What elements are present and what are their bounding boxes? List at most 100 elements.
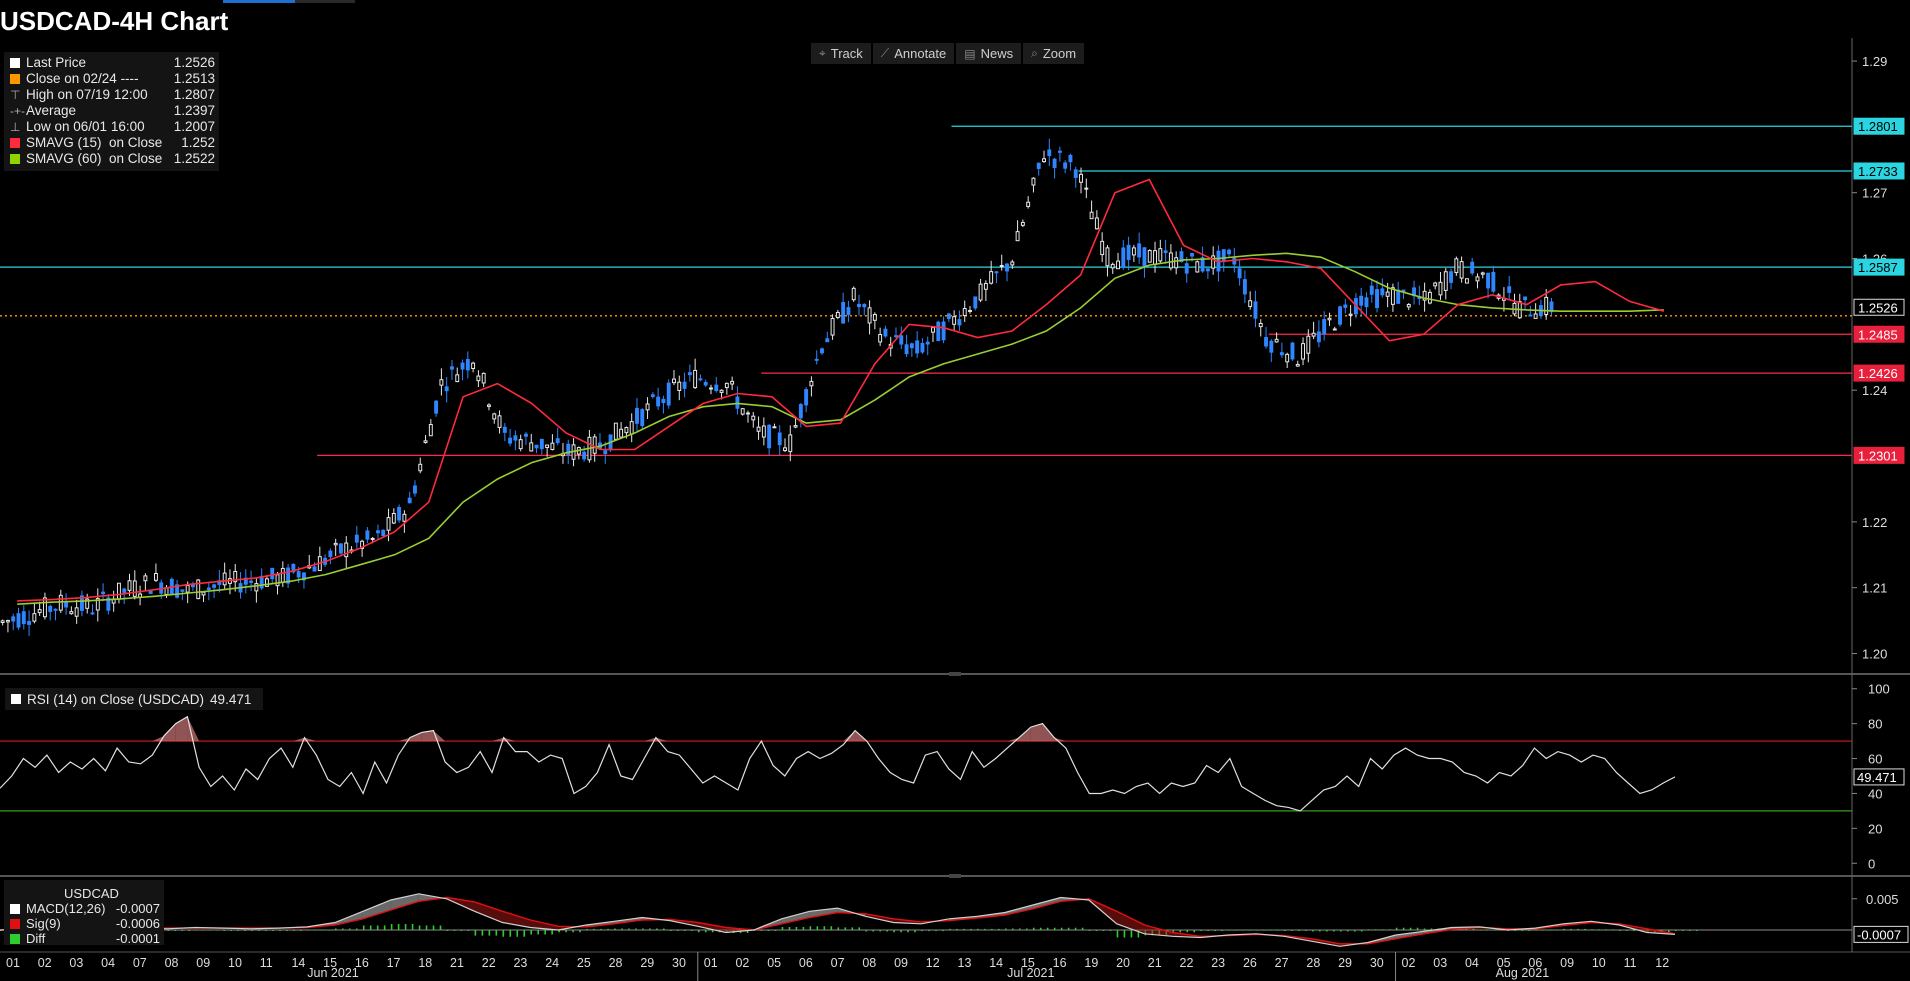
macd-diff-bar (418, 925, 421, 930)
candle-down (1126, 244, 1131, 260)
price-legend: Last Price 1.2526 Close on 02/24 ---- 1.251… (4, 52, 219, 171)
x-tick-label: 04 (101, 956, 115, 970)
candle-down (1005, 263, 1009, 272)
macd-diff-bar (977, 928, 979, 930)
candle-up (153, 573, 158, 581)
x-tick-label: 21 (1148, 956, 1162, 970)
x-tick-label: 17 (387, 956, 401, 970)
candle-up (931, 327, 935, 333)
x-tick-label: 14 (291, 956, 305, 970)
candle-up (592, 436, 597, 454)
macd-diff-bar (223, 930, 225, 931)
macd-diff-bar (307, 929, 309, 931)
candle-down (957, 319, 962, 326)
macd-diff-bar (1612, 929, 1614, 931)
macd-legend-row: Sig(9) -0.0006 (10, 916, 160, 931)
x-tick-label: 08 (862, 956, 876, 970)
x-tick-label: 11 (1624, 956, 1637, 970)
chart-canvas[interactable]: 1.291.271.261.241.221.211.201.28011.2733… (0, 0, 1910, 981)
candle-down (101, 591, 106, 595)
candle-down (1242, 279, 1247, 295)
x-tick-label: 08 (165, 956, 179, 970)
candle-up (545, 444, 550, 448)
candle-up (0, 620, 5, 623)
candle-down (376, 530, 380, 534)
candle-up (1211, 255, 1216, 269)
candle-down (661, 398, 666, 404)
candle-down (1316, 331, 1321, 343)
candle-down (1205, 268, 1210, 272)
macd-diff-bar (481, 930, 484, 936)
x-tick-label: 03 (69, 956, 83, 970)
sma60-line (17, 252, 1664, 605)
candle-down (1036, 162, 1041, 169)
rsi-tick-label: 20 (1868, 821, 1882, 836)
rsi-last-label: 49.471 (1857, 770, 1897, 785)
macd-legend-row: MACD(12,26) -0.0007 (10, 901, 160, 916)
pane-resize-handle (949, 672, 961, 676)
macd-line (0, 893, 1676, 947)
macd-diff-bar (788, 927, 791, 930)
x-tick-label: 13 (958, 956, 972, 970)
candle-down (857, 303, 861, 308)
legend-swatch (10, 154, 20, 164)
legend-swatch (10, 74, 20, 84)
macd-diff-bar (411, 924, 414, 930)
candle-down (650, 394, 655, 398)
macd-diff-bar (1109, 930, 1112, 931)
candle-up (143, 575, 148, 582)
macd-diff-bar (1074, 927, 1077, 930)
candle-up (851, 287, 856, 301)
candle-down (973, 296, 978, 309)
macd-diff-bar (593, 928, 595, 930)
pane-resize-handle (949, 874, 961, 878)
x-tick-label: 30 (1370, 956, 1384, 970)
candle-down (946, 313, 951, 319)
x-tick-label: 01 (6, 956, 20, 970)
candle-up (1285, 353, 1290, 363)
macd-diff-bar (321, 929, 323, 931)
tool-news-button[interactable]: ▤ News (956, 43, 1022, 64)
macd-diff-bar (1284, 930, 1286, 931)
candle-up (402, 513, 407, 522)
candle-down (296, 571, 301, 578)
tool-zoom-button[interactable]: ⌕ Zoom (1023, 43, 1085, 64)
x-tick-label: 02 (1402, 956, 1416, 970)
candle-down (777, 432, 782, 446)
y-tick-label: 1.22 (1862, 515, 1887, 530)
candle-down (1269, 340, 1274, 353)
candle-down (920, 342, 925, 353)
macd-diff-bar (181, 930, 184, 931)
candle-down (1137, 243, 1142, 258)
macd-diff-bar (328, 929, 330, 931)
macd-diff-bar (1374, 929, 1377, 931)
candle-up (1438, 281, 1443, 296)
pencil-icon: ⟋ (880, 46, 890, 60)
x-tick-label: 18 (418, 956, 432, 970)
candle-up (439, 379, 444, 386)
macd-diff-bar (774, 930, 777, 931)
tool-track-button[interactable]: ⌖ Track (811, 43, 871, 64)
macd-diff-bar (1039, 927, 1042, 930)
candle-down (11, 616, 16, 622)
tool-annotate-button[interactable]: ⟋ Annotate (872, 43, 955, 64)
candle-up (830, 318, 835, 336)
candle-down (555, 438, 560, 444)
x-tick-label: 01 (704, 956, 718, 970)
rsi-overbought-fill (491, 737, 504, 742)
candle-up (1480, 272, 1485, 275)
candle-up (783, 447, 787, 452)
macd-diff-bar (872, 930, 874, 932)
macd-legend-label: Sig(9) (26, 916, 61, 931)
macd-diff-bar (1521, 930, 1524, 931)
candle-up (872, 313, 877, 321)
macd-legend-swatch (10, 918, 20, 929)
candle-up (1089, 211, 1094, 220)
candle-up (756, 426, 761, 432)
macd-diff-bar (1626, 930, 1628, 931)
candle-down (883, 328, 888, 337)
macd-diff-bar (439, 925, 442, 930)
rsi-legend-label: RSI (14) on Close (USDCAD) (27, 691, 205, 707)
macd-diff-bar (1340, 930, 1342, 932)
legend-marker-icon: ⊤ (10, 88, 21, 102)
